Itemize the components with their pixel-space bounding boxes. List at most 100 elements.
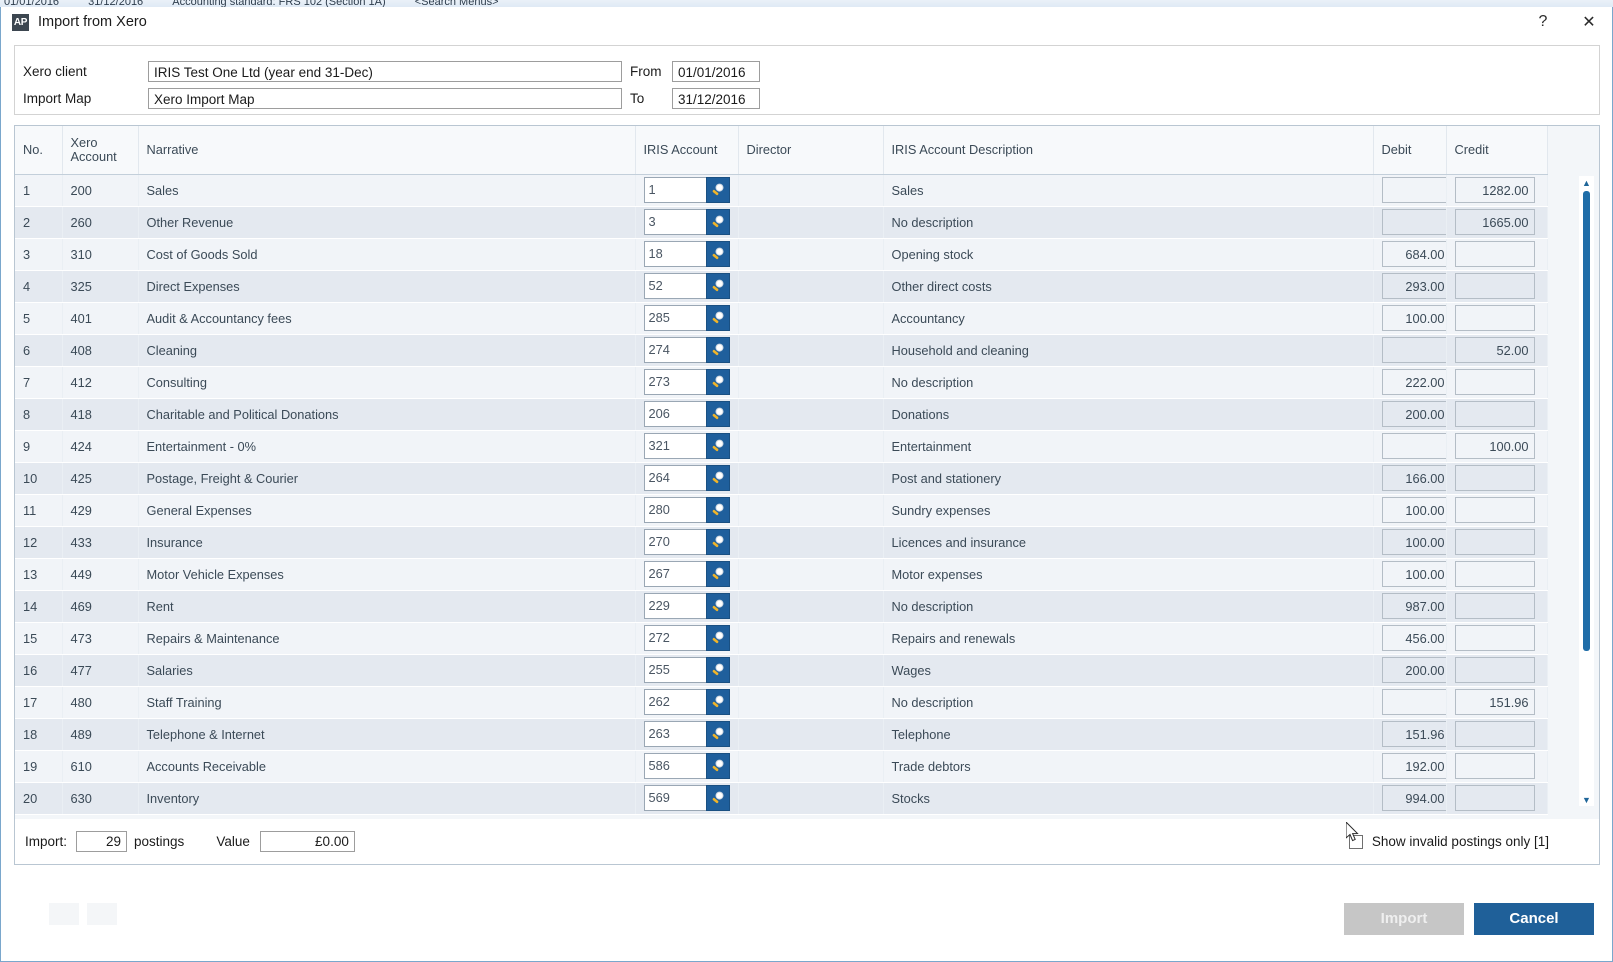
cell-iris-account[interactable]: 569 <box>635 782 739 815</box>
cell-credit[interactable]: 1665.00 <box>1446 206 1548 239</box>
cell-iris-account[interactable]: 229 <box>635 590 739 623</box>
iris-account-field[interactable]: 18 <box>643 240 730 268</box>
table-row[interactable]: 4 325 Direct Expenses 52 Other direct costs 2… <box>15 270 1548 303</box>
iris-account-input[interactable]: 273 <box>643 369 707 395</box>
cell-iris-account[interactable]: 586 <box>635 750 739 783</box>
iris-account-input[interactable]: 1 <box>643 177 707 203</box>
magnifier-icon[interactable] <box>706 433 730 459</box>
credit-value[interactable] <box>1454 561 1535 587</box>
iris-account-field[interactable]: 1 <box>643 176 730 204</box>
table-row[interactable]: 7 412 Consulting 273 No description 222.00 <box>15 366 1548 399</box>
iris-account-input[interactable]: 270 <box>643 529 707 555</box>
magnifier-icon[interactable] <box>706 305 730 331</box>
iris-account-input[interactable]: 263 <box>643 721 707 747</box>
iris-account-input[interactable]: 18 <box>643 241 707 267</box>
debit-value[interactable] <box>1381 209 1445 235</box>
debit-value[interactable] <box>1381 433 1445 459</box>
table-row[interactable]: 6 408 Cleaning 274 Household and cleaning 52.… <box>15 334 1548 367</box>
cell-credit[interactable] <box>1446 622 1548 655</box>
cell-iris-account[interactable]: 206 <box>635 398 739 431</box>
iris-account-input[interactable]: 206 <box>643 401 707 427</box>
cell-debit[interactable]: 994.00 <box>1373 782 1447 815</box>
cell-debit[interactable] <box>1373 206 1447 239</box>
debit-value[interactable]: 293.00 <box>1381 273 1445 299</box>
credit-value[interactable] <box>1454 241 1535 267</box>
column-header-iris-account-description[interactable]: IRIS Account Description <box>883 126 1374 175</box>
show-invalid-postings-row[interactable]: Show invalid postings only [1] <box>1348 834 1549 849</box>
credit-value[interactable]: 151.96 <box>1454 689 1535 715</box>
cell-credit[interactable] <box>1446 558 1548 591</box>
cell-iris-account[interactable]: 321 <box>635 430 739 463</box>
magnifier-icon[interactable] <box>706 241 730 267</box>
cell-debit[interactable] <box>1373 174 1447 207</box>
column-header-xero-account[interactable]: Xero Account <box>62 126 139 175</box>
credit-value[interactable] <box>1454 593 1535 619</box>
iris-account-input[interactable]: 262 <box>643 689 707 715</box>
magnifier-icon[interactable] <box>706 689 730 715</box>
iris-account-input[interactable]: 255 <box>643 657 707 683</box>
iris-account-field[interactable]: 229 <box>643 592 730 620</box>
iris-account-input[interactable]: 267 <box>643 561 707 587</box>
cell-iris-account[interactable]: 280 <box>635 494 739 527</box>
credit-value[interactable]: 52.00 <box>1454 337 1535 363</box>
iris-account-input[interactable]: 229 <box>643 593 707 619</box>
cell-debit[interactable]: 456.00 <box>1373 622 1447 655</box>
magnifier-icon[interactable] <box>706 497 730 523</box>
cell-iris-account[interactable]: 255 <box>635 654 739 687</box>
iris-account-input[interactable]: 274 <box>643 337 707 363</box>
magnifier-icon[interactable] <box>706 753 730 779</box>
cell-iris-account[interactable]: 3 <box>635 206 739 239</box>
iris-account-field[interactable]: 270 <box>643 528 730 556</box>
magnifier-icon[interactable] <box>706 401 730 427</box>
iris-account-field[interactable]: 280 <box>643 496 730 524</box>
iris-account-input[interactable]: 3 <box>643 209 707 235</box>
table-row[interactable]: 11 429 General Expenses 280 Sundry expenses 1… <box>15 494 1548 527</box>
cell-credit[interactable] <box>1446 238 1548 271</box>
magnifier-icon[interactable] <box>706 561 730 587</box>
credit-value[interactable] <box>1454 753 1535 779</box>
cell-iris-account[interactable]: 1 <box>635 174 739 207</box>
table-row[interactable]: 18 489 Telephone & Internet 263 Telephone 151… <box>15 718 1548 751</box>
cell-debit[interactable]: 100.00 <box>1373 526 1447 559</box>
date-from-input[interactable]: 01/01/2016 <box>672 60 760 82</box>
magnifier-icon[interactable] <box>706 657 730 683</box>
debit-value[interactable]: 100.00 <box>1381 497 1445 523</box>
xero-client-input[interactable]: IRIS Test One Ltd (year end 31-Dec) <box>148 60 622 82</box>
credit-value[interactable] <box>1454 625 1535 651</box>
close-icon[interactable]: ✕ <box>1566 7 1612 37</box>
iris-account-field[interactable]: 262 <box>643 688 730 716</box>
column-header-director[interactable]: Director <box>738 126 884 175</box>
cell-credit[interactable] <box>1446 718 1548 751</box>
cell-credit[interactable] <box>1446 750 1548 783</box>
cell-debit[interactable] <box>1373 430 1447 463</box>
cell-iris-account[interactable]: 267 <box>635 558 739 591</box>
magnifier-icon[interactable] <box>706 785 730 811</box>
debit-value[interactable]: 151.96 <box>1381 721 1445 747</box>
table-row[interactable]: 5 401 Audit & Accountancy fees 285 Accountan… <box>15 302 1548 335</box>
table-row[interactable]: 20 630 Inventory 569 Stocks 994.00 <box>15 782 1548 815</box>
cell-credit[interactable] <box>1446 654 1548 687</box>
cell-debit[interactable]: 987.00 <box>1373 590 1447 623</box>
debit-value[interactable]: 684.00 <box>1381 241 1445 267</box>
cell-debit[interactable]: 100.00 <box>1373 494 1447 527</box>
cell-debit[interactable]: 100.00 <box>1373 558 1447 591</box>
iris-account-field[interactable]: 274 <box>643 336 730 364</box>
cell-credit[interactable] <box>1446 270 1548 303</box>
iris-account-field[interactable]: 267 <box>643 560 730 588</box>
debit-value[interactable]: 200.00 <box>1381 401 1445 427</box>
scroll-down-arrow-icon[interactable]: ▼ <box>1580 793 1593 806</box>
debit-value[interactable]: 994.00 <box>1381 785 1445 811</box>
column-header-no[interactable]: No. <box>15 126 63 175</box>
iris-account-input[interactable]: 586 <box>643 753 707 779</box>
cell-iris-account[interactable]: 274 <box>635 334 739 367</box>
iris-account-field[interactable]: 52 <box>643 272 730 300</box>
magnifier-icon[interactable] <box>706 721 730 747</box>
debit-value[interactable]: 100.00 <box>1381 529 1445 555</box>
debit-value[interactable]: 200.00 <box>1381 657 1445 683</box>
cell-iris-account[interactable]: 263 <box>635 718 739 751</box>
table-row[interactable]: 16 477 Salaries 255 Wages 200.00 <box>15 654 1548 687</box>
table-row[interactable]: 19 610 Accounts Receivable 586 Trade debtors… <box>15 750 1548 783</box>
cell-credit[interactable] <box>1446 526 1548 559</box>
table-row[interactable]: 9 424 Entertainment - 0% 321 Entertainment 10… <box>15 430 1548 463</box>
magnifier-icon[interactable] <box>706 593 730 619</box>
